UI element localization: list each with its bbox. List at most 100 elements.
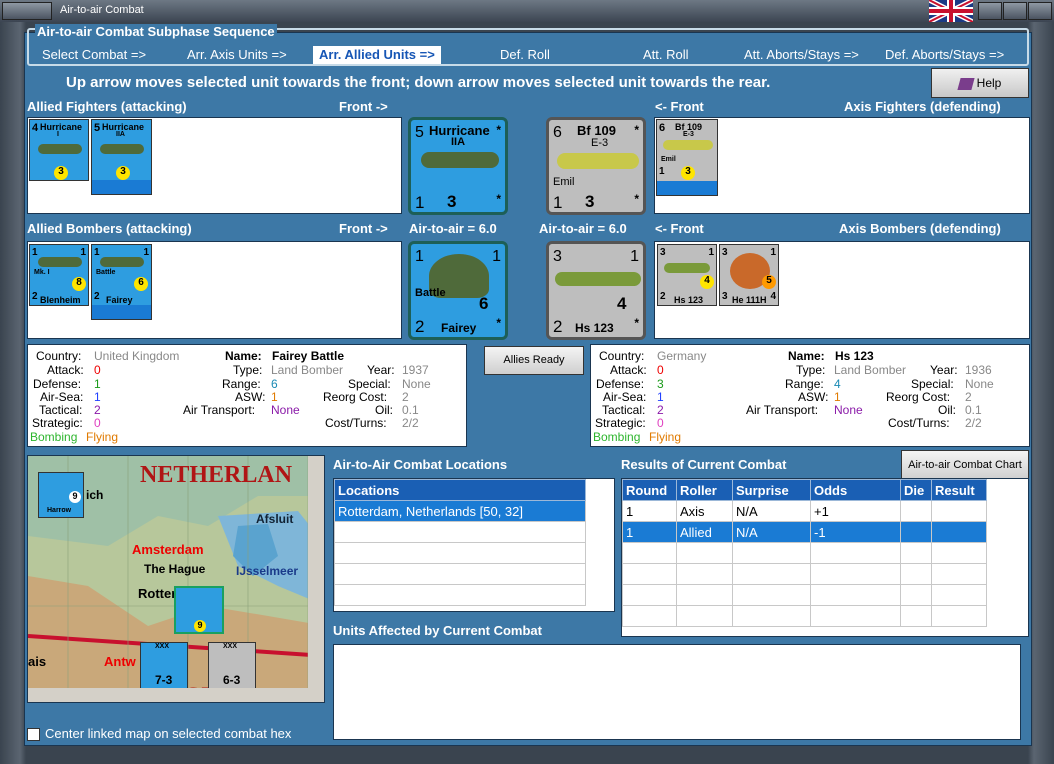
cost-key: Cost/Turns: <box>325 416 387 430</box>
counter-name: Fairey <box>441 321 477 335</box>
axis-bombers-list[interactable]: 3 1 4 2 Hs 123 3 1 5 3 He 111H 4 <box>654 241 1030 339</box>
cost-value: 2/2 <box>965 416 982 430</box>
country-value: United Kingdom <box>94 349 180 363</box>
attack-key: Attack: <box>47 363 84 377</box>
unit-counter-hs123[interactable]: 3 1 4 2 Hs 123 <box>657 244 717 306</box>
selection-bar <box>92 305 151 319</box>
air-transport-key: Air Transport: <box>183 403 256 417</box>
selection-bar <box>657 181 717 195</box>
axis-air-to-air-rating: Air-to-air = 6.0 <box>539 221 627 236</box>
minimize-button[interactable] <box>978 2 1002 20</box>
counter-air-value: 3 <box>681 166 695 180</box>
unit-counter-blenheim[interactable]: 1 1 Mk. I 2 Blenheim 8 <box>29 244 89 306</box>
units-affected-list[interactable] <box>333 644 1021 740</box>
system-menu-button[interactable] <box>2 2 52 20</box>
counter-air-value: 6 <box>134 277 148 291</box>
allied-bombers-list[interactable]: 1 1 Mk. I 2 Blenheim 8 1 1 Battle 2 Fair… <box>27 241 402 339</box>
unit-counter-hurricane-iia[interactable]: 5 Hurricane IIA 3 <box>91 119 152 195</box>
close-button[interactable] <box>1028 2 1052 20</box>
defense-value: 1 <box>94 377 101 391</box>
counter-name: Bf 109 <box>577 123 617 138</box>
map-vertical-scrollbar[interactable] <box>308 456 324 702</box>
counter-value: 1 <box>659 166 665 177</box>
counter-value: 1 <box>143 247 149 258</box>
step-def-roll[interactable]: Def. Roll <box>500 46 550 64</box>
maximize-button[interactable] <box>1003 2 1027 20</box>
linked-map[interactable]: NETHERLAN ich Afsluit Amsterdam The Hagu… <box>27 455 325 703</box>
counter-value: 4 <box>32 122 39 134</box>
map-unit-hurricane[interactable]: 9 <box>174 586 224 634</box>
counter-value: 1 <box>94 247 100 258</box>
counter-value: 2 <box>553 317 563 336</box>
step-arr-allied[interactable]: Arr. Allied Units => <box>313 46 441 64</box>
step-att-aborts[interactable]: Att. Aborts/Stays => <box>744 46 859 64</box>
selected-allied-fighter: 5 Hurricane IIA * 1 3 * <box>408 117 508 215</box>
counter-value: 3 <box>722 291 728 302</box>
map-unit-harrow-name: Harrow <box>47 507 72 514</box>
results-grid[interactable]: Round Roller Surprise Odds Die Result 1A… <box>621 478 1029 637</box>
result-row[interactable]: 1 Axis N/A +1 <box>622 500 987 522</box>
special-value: None <box>402 377 431 391</box>
map-unit-7-3[interactable]: XXX 7-3 <box>140 642 188 690</box>
counter-value: 2 <box>415 317 425 336</box>
step-select-combat[interactable]: Select Combat => <box>42 46 146 64</box>
flying-tag: Flying <box>86 430 119 444</box>
cell-surprise: N/A <box>732 500 811 522</box>
counter-name: Hs 123 <box>674 295 704 305</box>
counter-subtype: IIA <box>116 131 125 138</box>
cell-round: 1 <box>622 500 677 522</box>
strategic-key: Strategic: <box>595 416 646 430</box>
counter-value: 1 <box>553 193 563 212</box>
step-att-roll[interactable]: Att. Roll <box>643 46 689 64</box>
counter-value: 1 <box>415 248 424 265</box>
counter-value: 1 <box>630 248 639 265</box>
tactical-key: Tactical: <box>602 403 646 417</box>
unit-counter-hurricane-i[interactable]: 4 Hurricane I 3 <box>29 119 89 181</box>
center-map-checkbox[interactable] <box>27 728 40 742</box>
location-row[interactable]: Rotterdam, Netherlands [50, 32] <box>334 500 586 522</box>
help-button[interactable]: Help <box>931 68 1029 98</box>
unit-counter-fairey-battle[interactable]: 1 1 Battle 2 Fairey 6 <box>91 244 152 320</box>
instruction-text: Up arrow moves selected unit towards the… <box>66 74 771 91</box>
reorg-key: Reorg Cost: <box>886 390 951 404</box>
counter-value: 4 <box>770 291 776 302</box>
map-unit-harrow[interactable]: Harrow 9 <box>38 472 84 518</box>
defense-value: 3 <box>657 377 664 391</box>
counter-subtype: Mk. I <box>34 269 50 276</box>
cell-surprise: N/A <box>732 521 811 543</box>
axis-unit-info: Country: Germany Attack: 0 Defense: 3 Air-S… <box>590 344 1030 447</box>
year-key: Year: <box>930 363 958 377</box>
locations-title: Air-to-Air Combat Locations <box>333 457 508 472</box>
air-to-air-chart-button[interactable]: Air-to-air Combat Chart <box>901 450 1029 480</box>
step-def-aborts[interactable]: Def. Aborts/Stays => <box>885 46 1004 64</box>
bombing-tag: Bombing <box>30 430 78 444</box>
col-result: Result <box>931 479 987 501</box>
reorg-value: 2 <box>965 390 972 404</box>
counter-star: * <box>634 316 639 330</box>
fighter-plane-icon <box>421 152 499 168</box>
allied-fighters-list[interactable]: 4 Hurricane I 3 5 Hurricane IIA 3 <box>27 117 402 214</box>
airsea-value: 1 <box>94 390 101 404</box>
cell-roller: Allied <box>676 521 733 543</box>
result-row[interactable]: 1 Allied N/A -1 <box>622 521 987 543</box>
map-label-ais: ais <box>28 654 47 669</box>
counter-air-value: 5 <box>762 275 776 289</box>
step-arr-axis[interactable]: Arr. Axis Units => <box>187 46 287 64</box>
type-value: Land Bomber <box>834 363 907 377</box>
unit-counter-bf109[interactable]: 6 Bf 109 E-3 Emil 1 3 <box>656 119 718 196</box>
tactical-key: Tactical: <box>39 403 83 417</box>
strategic-value: 0 <box>657 416 664 430</box>
window-title: Air-to-air Combat <box>60 4 144 16</box>
locations-grid[interactable]: Locations Rotterdam, Netherlands [50, 32… <box>333 478 615 612</box>
tactical-value: 2 <box>657 403 664 417</box>
col-roller: Roller <box>676 479 733 501</box>
center-map-checkbox-row[interactable]: Center linked map on selected combat hex <box>27 726 291 742</box>
axis-fighters-list[interactable]: 6 Bf 109 E-3 Emil 1 3 <box>654 117 1030 214</box>
map-horizontal-scrollbar[interactable] <box>28 688 324 702</box>
unit-counter-he111h[interactable]: 3 1 5 3 He 111H 4 <box>719 244 779 306</box>
allies-ready-button[interactable]: Allies Ready <box>484 346 584 375</box>
allied-fighters-front: Front -> <box>339 99 388 114</box>
name-key: Name: <box>788 349 825 363</box>
defense-key: Defense: <box>33 377 82 391</box>
map-unit-6-3[interactable]: XXX 6-3 <box>208 642 256 690</box>
